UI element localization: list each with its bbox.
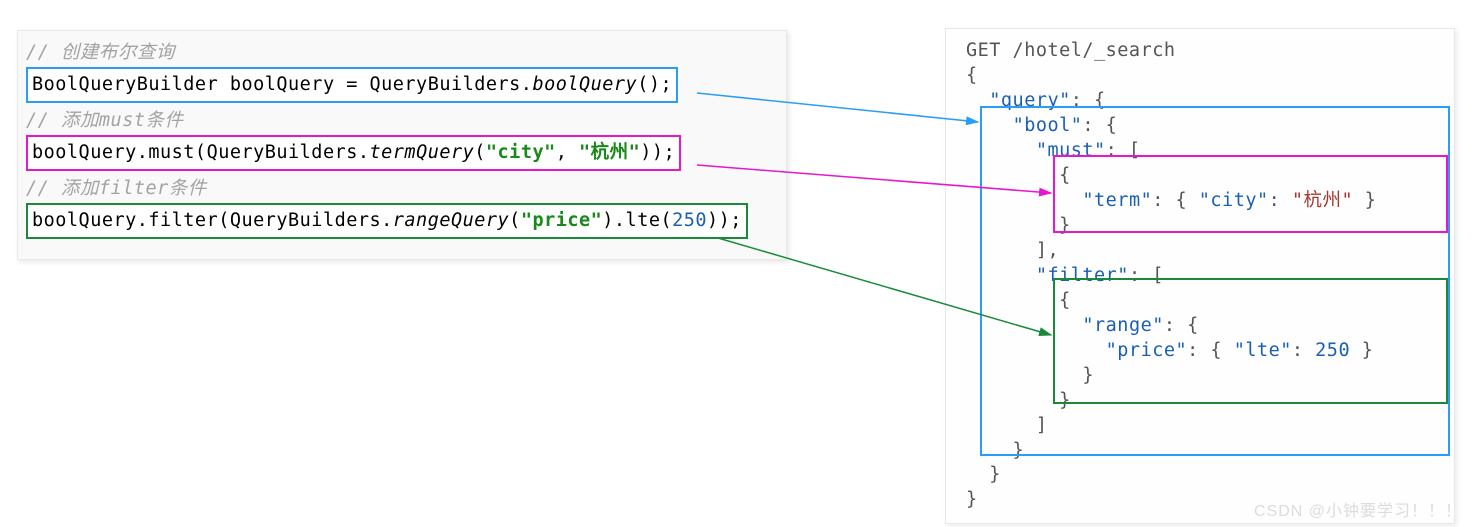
- json-line: }: [966, 214, 1444, 239]
- java-code-panel: // 创建布尔查询 BoolQueryBuilder boolQuery = Q…: [17, 30, 787, 260]
- json-line: ],: [966, 239, 1444, 264]
- code-method: boolQuery: [532, 74, 637, 95]
- watermark: CSDN @小钟要学习！！！: [1254, 497, 1462, 521]
- code-text: (: [474, 142, 486, 163]
- json-line: {: [966, 164, 1444, 189]
- code-box-boolquery: BoolQueryBuilder boolQuery = QueryBuilde…: [26, 67, 678, 103]
- code-string: "杭州": [579, 142, 640, 163]
- json-line: ]: [966, 414, 1444, 439]
- json-line: "range": {: [966, 314, 1444, 339]
- json-line: {: [966, 64, 1444, 89]
- code-method: termQuery: [370, 142, 475, 163]
- json-line: "must": [: [966, 139, 1444, 164]
- code-text: BoolQueryBuilder boolQuery = QueryBuilde…: [32, 74, 532, 95]
- code-text: boolQuery.must(QueryBuilders.: [32, 142, 370, 163]
- code-string: "price": [521, 210, 602, 231]
- code-box-must: boolQuery.must(QueryBuilders.termQuery("…: [26, 135, 681, 171]
- json-line: "query": {: [966, 89, 1444, 114]
- code-text: ));: [707, 210, 742, 231]
- code-text: ).lte(: [602, 210, 672, 231]
- json-line: GET /hotel/_search: [966, 39, 1444, 64]
- code-method: rangeQuery: [393, 210, 509, 231]
- code-string: "city": [486, 142, 556, 163]
- code-number: 250: [672, 210, 707, 231]
- json-line: "filter": [: [966, 264, 1444, 289]
- json-line: "term": { "city": "杭州" }: [966, 189, 1444, 214]
- code-text: boolQuery.filter(QueryBuilders.: [32, 210, 393, 231]
- json-line: }: [966, 439, 1444, 464]
- comment-create-bool: // 创建布尔查询: [26, 41, 778, 65]
- code-text: (: [509, 210, 521, 231]
- json-dsl-panel: GET /hotel/_search { "query": { "bool": …: [945, 28, 1455, 524]
- code-text: ));: [640, 142, 675, 163]
- json-line: }: [966, 364, 1444, 389]
- json-line: "price": { "lte": 250 }: [966, 339, 1444, 364]
- comment-add-filter: // 添加filter条件: [26, 177, 778, 201]
- code-text: ();: [637, 74, 672, 95]
- comment-add-must: // 添加must条件: [26, 109, 778, 133]
- json-line: "bool": {: [966, 114, 1444, 139]
- json-line: }: [966, 463, 1444, 488]
- code-box-filter: boolQuery.filter(QueryBuilders.rangeQuer…: [26, 203, 748, 239]
- code-text: ,: [556, 142, 579, 163]
- json-line: {: [966, 289, 1444, 314]
- json-line: }: [966, 389, 1444, 414]
